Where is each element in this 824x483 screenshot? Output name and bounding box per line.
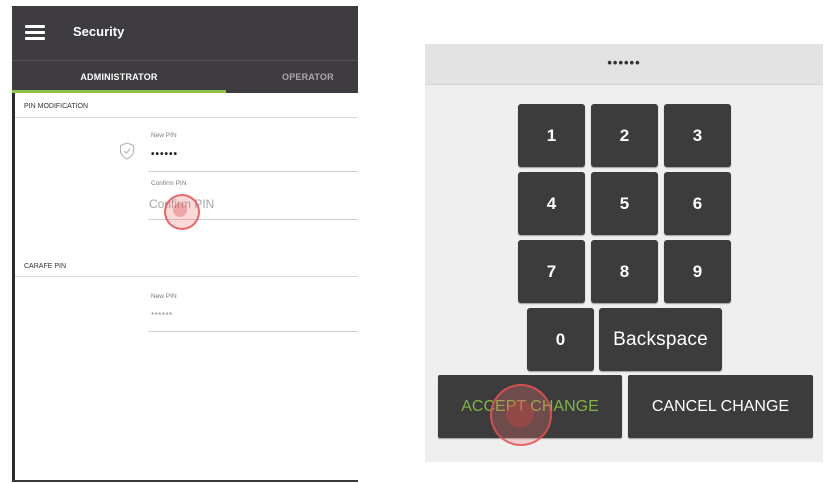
cancel-change-button[interactable]: CANCEL CHANGE	[628, 375, 813, 438]
key-0[interactable]: 0	[527, 308, 594, 371]
section-divider	[15, 276, 358, 277]
pin-display: ••••••	[425, 44, 823, 85]
security-settings-panel: Security ADMINISTRATOR OPERATOR PIN MODI…	[12, 6, 358, 482]
key-4[interactable]: 4	[518, 172, 585, 235]
carafe-new-pin-underline	[148, 331, 358, 332]
tab-bar: ADMINISTRATOR OPERATOR	[12, 60, 358, 93]
tab-operator[interactable]: OPERATOR	[282, 61, 358, 93]
carafe-pin-heading: CARAFE PIN	[24, 263, 67, 270]
page-title: Security	[73, 24, 125, 39]
shield-check-icon	[119, 142, 135, 160]
new-pin-underline	[148, 171, 358, 172]
backspace-button[interactable]: Backspace	[599, 308, 722, 371]
new-pin-label: New PIN	[151, 132, 177, 139]
carafe-new-pin-label: New PIN	[151, 293, 177, 300]
pin-keypad: •••••• 1 2 3 4 5 6 7 8 9 0 Backspace ACC…	[425, 44, 823, 462]
panel-bottom-edge	[12, 480, 358, 482]
confirm-pin-label: Confirm PIN	[151, 180, 187, 187]
tab-administrator[interactable]: ADMINISTRATOR	[12, 61, 226, 93]
app-bar: Security	[12, 6, 358, 60]
pin-modification-heading: PIN MODIFICATION	[24, 103, 89, 110]
touch-indicator-dot	[173, 203, 187, 217]
key-5[interactable]: 5	[591, 172, 658, 235]
section-divider	[15, 117, 358, 118]
key-1[interactable]: 1	[518, 104, 585, 167]
touch-indicator-dot	[506, 400, 534, 428]
key-3[interactable]: 3	[664, 104, 731, 167]
key-2[interactable]: 2	[591, 104, 658, 167]
carafe-new-pin-input[interactable]: ******	[151, 311, 173, 320]
key-9[interactable]: 9	[664, 240, 731, 303]
key-6[interactable]: 6	[664, 172, 731, 235]
new-pin-input[interactable]: ••••••	[151, 149, 178, 160]
key-7[interactable]: 7	[518, 240, 585, 303]
key-8[interactable]: 8	[591, 240, 658, 303]
menu-icon[interactable]	[25, 25, 45, 41]
